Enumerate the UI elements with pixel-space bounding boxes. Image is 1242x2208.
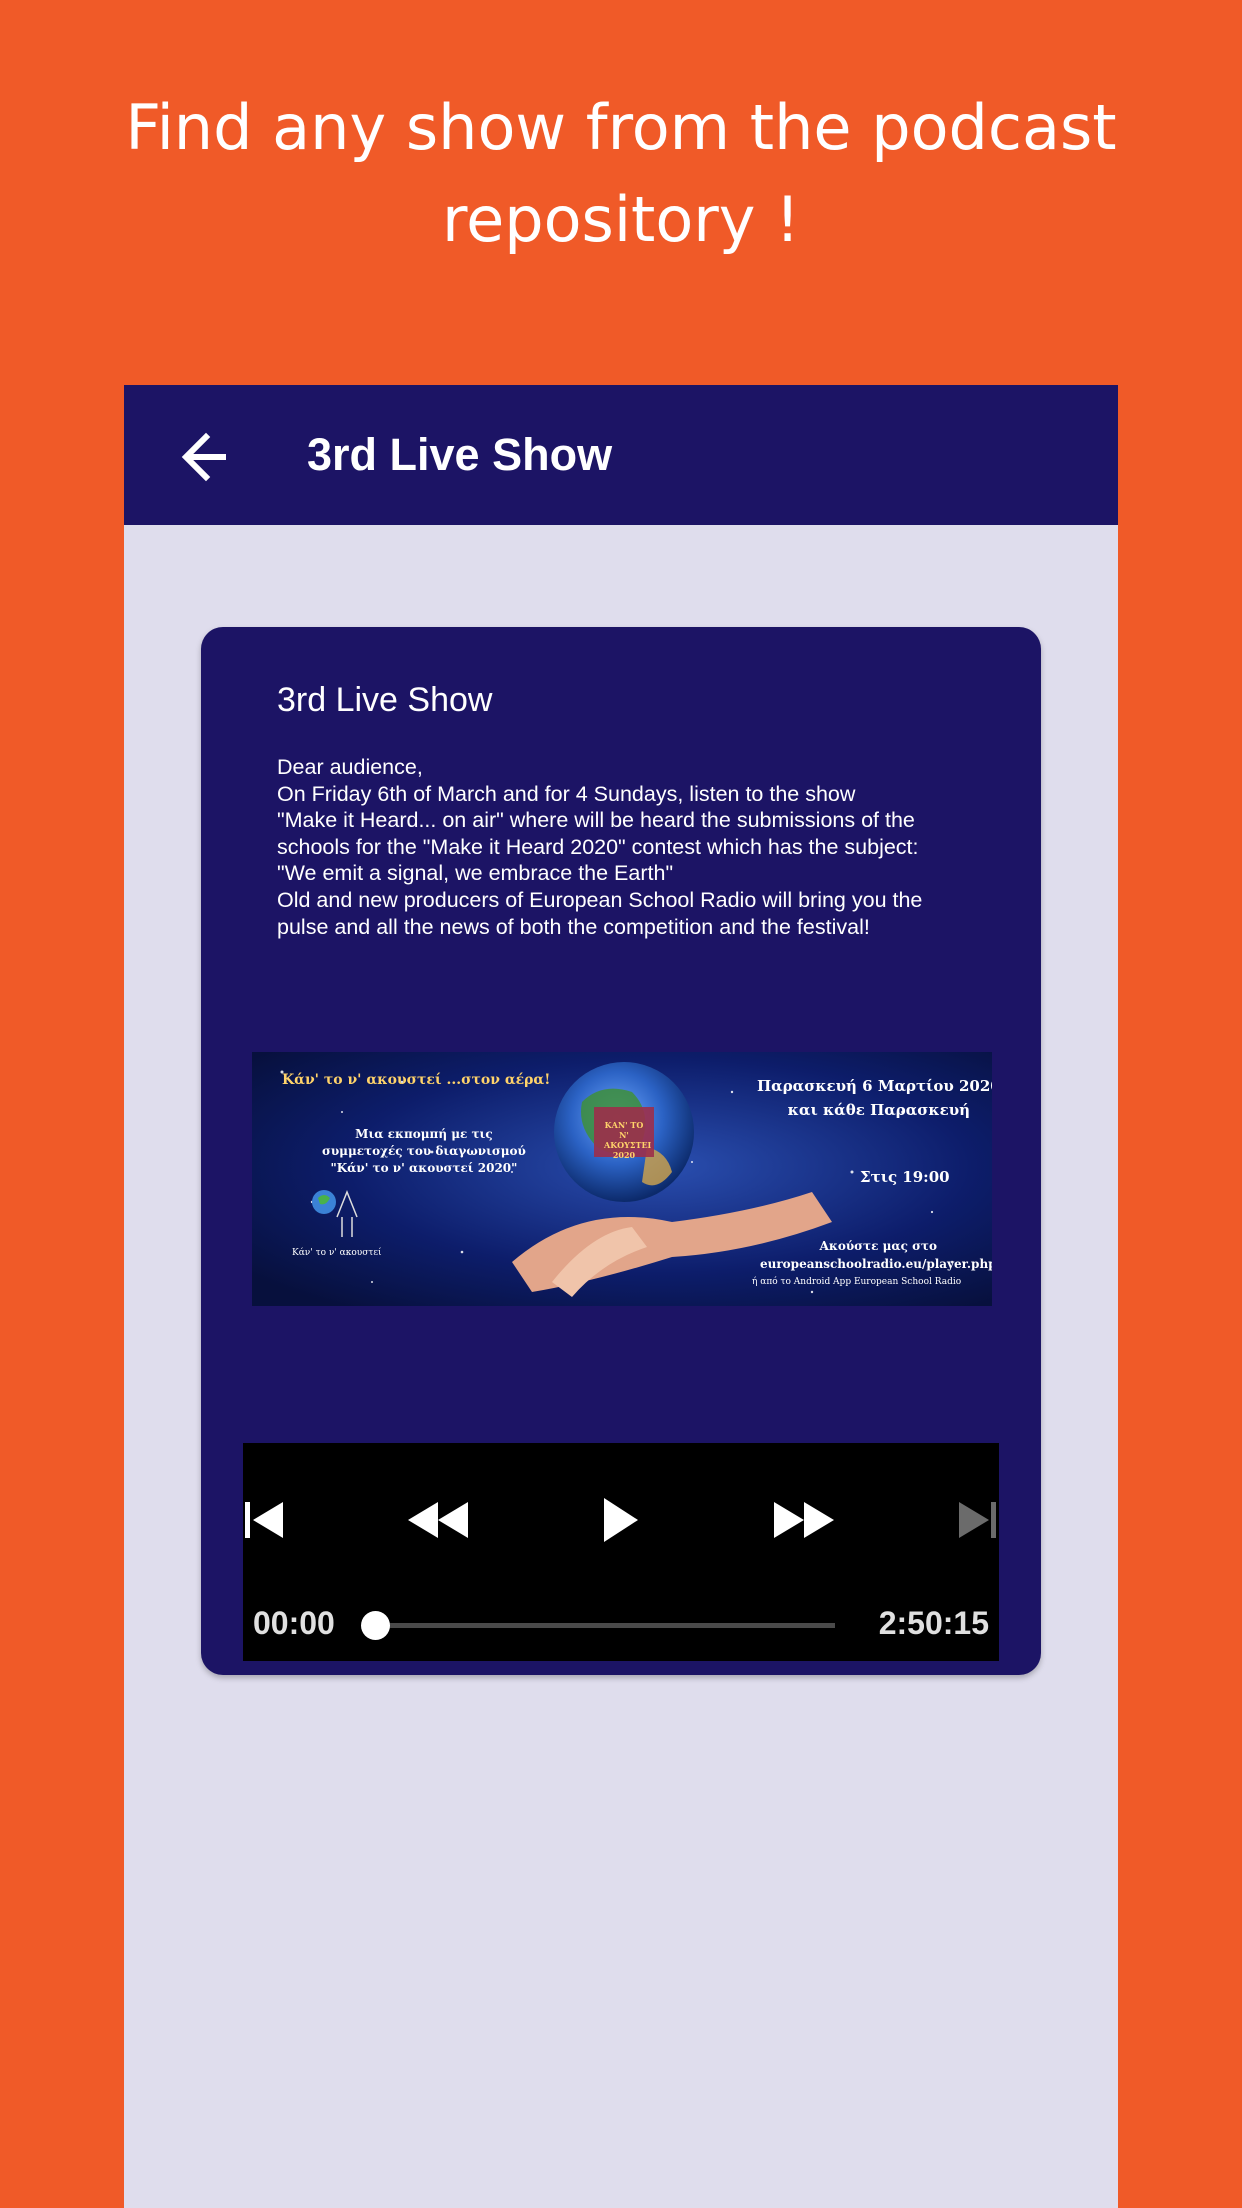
fast-forward-button[interactable]	[770, 1495, 836, 1545]
banner-logo-caption: Κάν' το ν' ακουστεί	[292, 1248, 382, 1258]
banner-time: Στις 19:00	[860, 1168, 950, 1186]
description-line: On Friday 6th of March and for 4 Sundays…	[277, 781, 856, 806]
arrow-back-icon	[181, 432, 226, 482]
banner-listen: Ακούστε μας στο europeanschoolradio.eu/p…	[760, 1237, 992, 1273]
description-line: schools for the "Make it Heard 2020" con…	[277, 834, 919, 859]
current-time: 00:00	[253, 1605, 335, 1641]
rewind-icon	[408, 1502, 468, 1538]
description-line: "We emit a signal, we embrace the Earth"	[277, 861, 674, 886]
promo-headline: Find any show from the podcast repositor…	[0, 82, 1242, 266]
skip-previous-button[interactable]	[243, 1495, 285, 1545]
banner-left-text: Μια εκπομπή με τις συμμετοχές του διαγων…	[322, 1126, 526, 1177]
banner-date: Παρασκευή 6 Μαρτίου 2020 και κάθε Παρασκ…	[757, 1074, 992, 1122]
phone-screen: 3rd Live Show 3rd Live Show Dear audienc…	[124, 385, 1118, 2208]
back-button[interactable]	[164, 425, 234, 485]
banner-left-line: "Κάν' το ν' ακουστεί 2020"	[330, 1161, 518, 1175]
play-button[interactable]	[594, 1495, 644, 1545]
show-description: Dear audience, On Friday 6th of March an…	[277, 754, 997, 940]
banner-top-left: Κάν' το ν' ακουστεί ...στον αέρα!	[282, 1072, 551, 1088]
duration: 2:50:15	[878, 1605, 989, 1641]
show-banner-image: Κάν' το ν' ακουστεί ...στον αέρα! Μια εκ…	[252, 1052, 992, 1306]
banner-listen-line: Ακούστε μας στο	[819, 1239, 938, 1253]
skip-next-icon	[959, 1502, 996, 1538]
banner-footnote: ή από το Android App European School Rad…	[752, 1277, 962, 1287]
audio-player: 00:00 2:50:15	[243, 1443, 999, 1661]
banner-listen-line: europeanschoolradio.eu/player.php	[760, 1257, 992, 1271]
banner-left-line: Μια εκπομπή με τις	[355, 1127, 493, 1141]
promo-headline-line-2: repository !	[441, 183, 801, 256]
banner-logo-text: ΚΑΝ' ΤΟ Ν' ΑΚΟΥΣΤΕΙ 2020	[604, 1120, 652, 1160]
fast-forward-icon	[774, 1502, 834, 1538]
description-line: pulse and all the news of both the compe…	[277, 914, 870, 939]
show-title: 3rd Live Show	[277, 681, 493, 719]
rewind-button[interactable]	[406, 1495, 472, 1545]
banner-date-line: και κάθε Παρασκευή	[787, 1101, 971, 1119]
seek-bar-thumb[interactable]	[361, 1611, 390, 1640]
banner-left-line: συμμετοχές του διαγωνισμού	[322, 1144, 526, 1158]
play-icon	[604, 1498, 638, 1542]
skip-previous-icon	[245, 1502, 283, 1538]
app-bar-title: 3rd Live Show	[307, 429, 613, 480]
promo-headline-line-1: Find any show from the podcast	[125, 91, 1117, 164]
show-card: 3rd Live Show Dear audience, On Friday 6…	[201, 627, 1041, 1675]
banner-date-line: Παρασκευή 6 Μαρτίου 2020	[757, 1077, 992, 1095]
seek-bar[interactable]	[361, 1611, 835, 1640]
description-line: "Make it Heard... on air" where will be …	[277, 808, 915, 833]
description-line: Old and new producers of European School…	[277, 887, 923, 912]
skip-next-button[interactable]	[957, 1495, 999, 1545]
app-bar: 3rd Live Show	[124, 385, 1118, 525]
description-line: Dear audience,	[277, 755, 423, 779]
